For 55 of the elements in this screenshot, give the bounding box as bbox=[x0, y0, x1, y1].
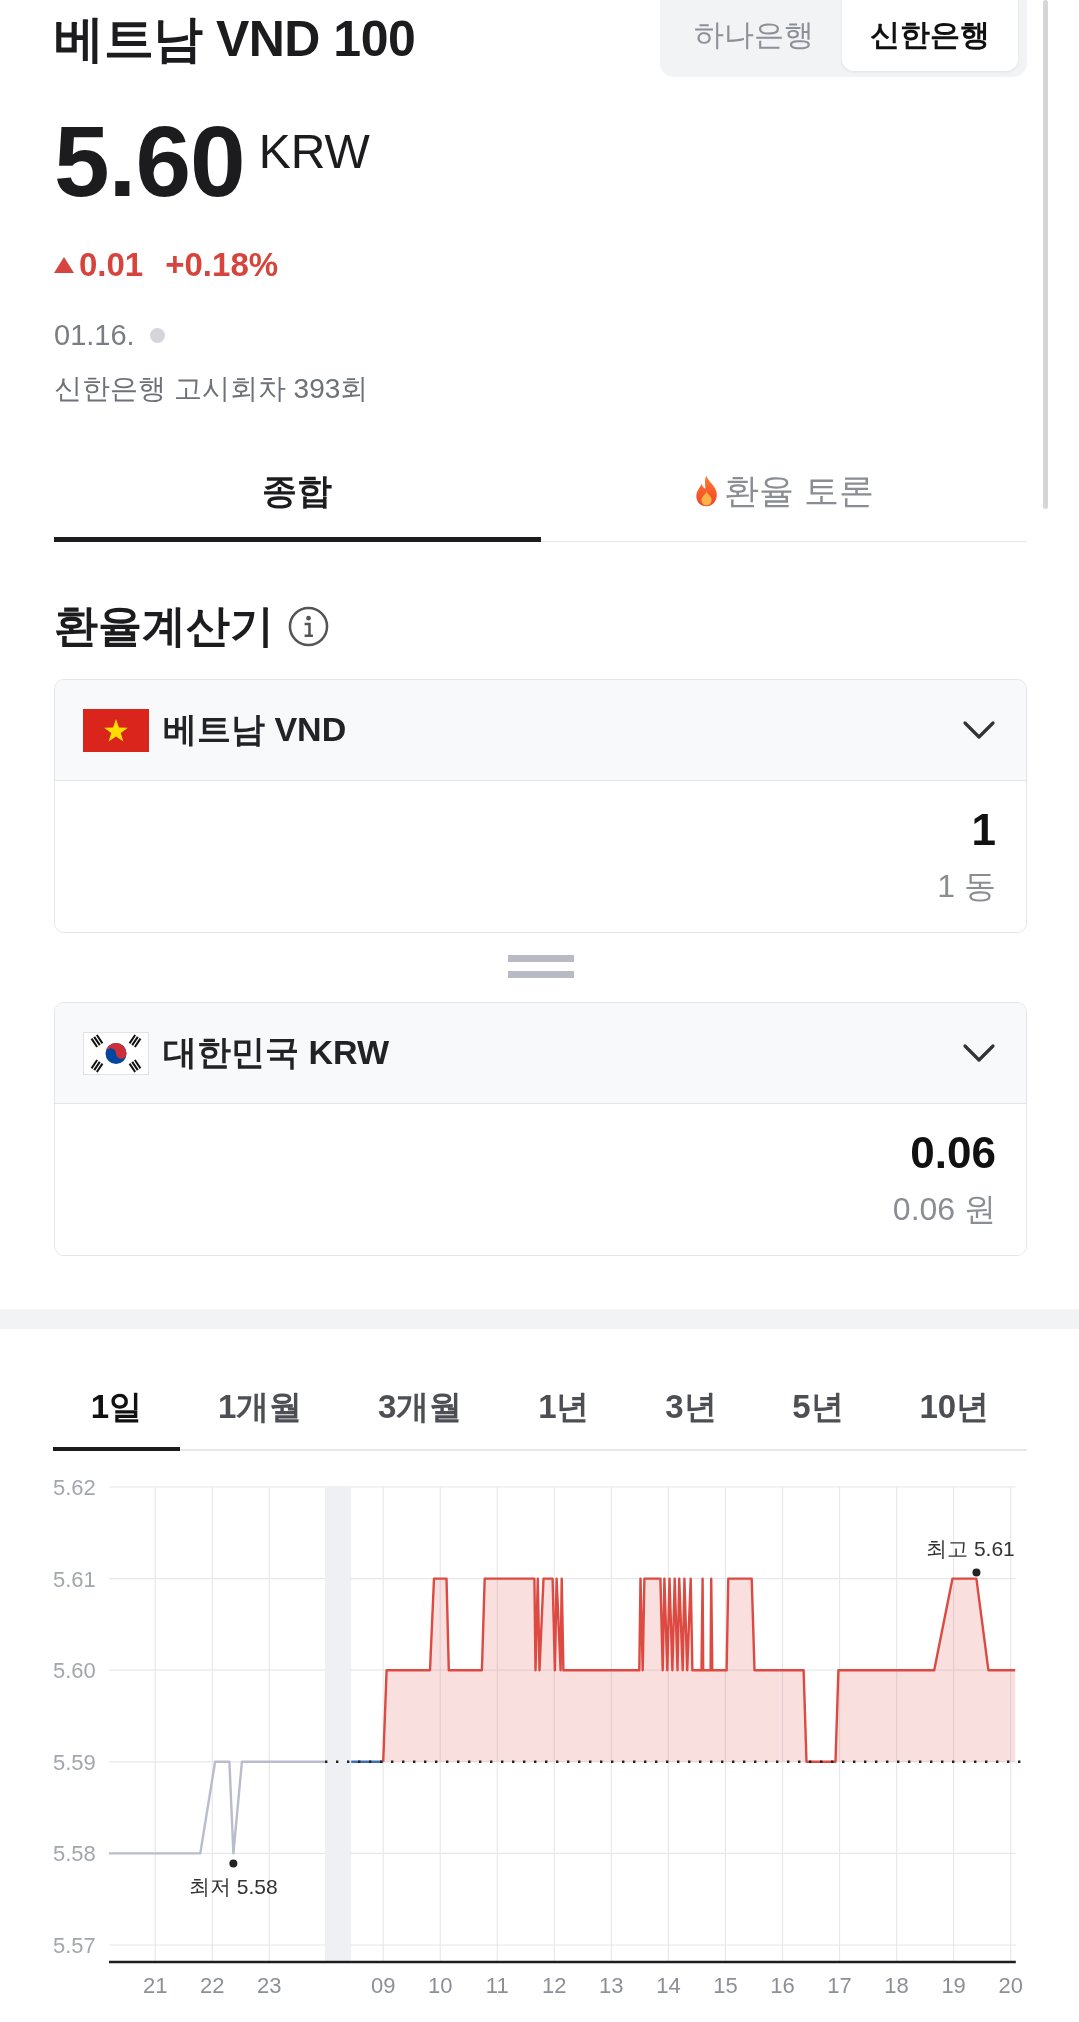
y-tick-label: 5.60 bbox=[53, 1658, 96, 1684]
y-tick-label: 5.57 bbox=[53, 1933, 96, 1958]
amount-in-words: 1 동 bbox=[937, 867, 996, 906]
period-tab[interactable]: 3개월 bbox=[340, 1365, 501, 1451]
y-tick-label: 5.62 bbox=[53, 1475, 96, 1500]
x-tick-label: 20 bbox=[998, 1973, 1023, 1998]
rate-unit: KRW bbox=[258, 128, 370, 176]
marker-dot-icon bbox=[229, 1859, 238, 1868]
x-tick-label: 19 bbox=[941, 1973, 966, 1998]
period-tab[interactable]: 10년 bbox=[881, 1365, 1027, 1451]
chevron-down-icon bbox=[962, 1043, 996, 1063]
scrollbar-thumb[interactable] bbox=[1043, 0, 1048, 509]
change-percent: +0.18% bbox=[165, 245, 279, 285]
rate-date: 01.16. bbox=[54, 318, 135, 353]
y-tick-label: 5.61 bbox=[53, 1566, 96, 1592]
x-tick-label: 16 bbox=[770, 1973, 795, 1998]
chevron-down-icon bbox=[962, 720, 996, 740]
marker-dot-icon bbox=[972, 1568, 981, 1577]
section-tab[interactable]: 종합 bbox=[54, 449, 541, 542]
currency-select[interactable]: 베트남 VND bbox=[55, 680, 1026, 781]
equals-icon bbox=[507, 955, 574, 978]
y-tick-label: 5.58 bbox=[53, 1841, 96, 1867]
x-tick-label: 12 bbox=[542, 1973, 567, 1998]
currency-select[interactable]: 대한민국 KRW bbox=[55, 1003, 1026, 1104]
x-tick-label: 18 bbox=[884, 1973, 909, 1998]
x-tick-label: 23 bbox=[257, 1973, 282, 1998]
period-tab[interactable]: 5년 bbox=[754, 1365, 882, 1451]
flag-icon bbox=[83, 708, 149, 752]
high-label: 최고 5.61 bbox=[926, 1536, 1015, 1560]
x-tick-label: 09 bbox=[370, 1973, 396, 1998]
exchange-rate: 5.60 bbox=[54, 111, 245, 211]
x-tick-label: 13 bbox=[599, 1973, 624, 1998]
amount-value: 1 bbox=[971, 804, 996, 856]
flag-icon bbox=[83, 1031, 149, 1075]
x-tick-label: 21 bbox=[142, 1973, 168, 1998]
period-tab[interactable]: 1년 bbox=[500, 1365, 628, 1451]
x-tick-label: 14 bbox=[656, 1973, 681, 1998]
x-tick-label: 22 bbox=[200, 1973, 225, 1998]
x-tick-label: 17 bbox=[827, 1973, 852, 1998]
notice-round-text: 신한은행 고시회차 393회 bbox=[54, 372, 370, 406]
calculator-title: 환율계산기 bbox=[54, 600, 274, 652]
bank-tab[interactable]: 신한은행 bbox=[842, 0, 1018, 71]
amount-in-words: 0.06 원 bbox=[892, 1190, 996, 1229]
info-icon[interactable] bbox=[288, 605, 329, 647]
x-tick-label: 10 bbox=[428, 1973, 453, 1998]
currency-title: 베트남 VND 100 bbox=[54, 9, 416, 68]
period-tab[interactable]: 3년 bbox=[627, 1365, 755, 1451]
change-amount: 0.01 bbox=[79, 245, 144, 285]
y-tick-label: 5.59 bbox=[53, 1749, 96, 1775]
period-tab[interactable]: 1일 bbox=[53, 1365, 181, 1451]
low-label: 최저 5.58 bbox=[189, 1875, 278, 1899]
x-tick-label: 11 bbox=[485, 1973, 509, 1998]
x-tick-label: 15 bbox=[713, 1973, 738, 1998]
period-tab[interactable]: 1개월 bbox=[180, 1365, 341, 1451]
amount-value: 0.06 bbox=[910, 1127, 996, 1179]
